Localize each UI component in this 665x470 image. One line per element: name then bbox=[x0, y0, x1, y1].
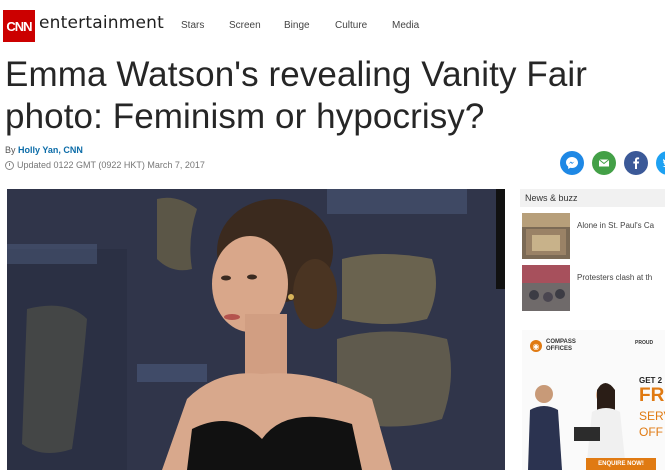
share-bar bbox=[560, 151, 665, 175]
nav-screen[interactable]: Screen bbox=[229, 20, 261, 31]
article-hero-photo[interactable] bbox=[7, 189, 505, 470]
clock-icon bbox=[5, 160, 14, 170]
rail-thumbnail bbox=[522, 213, 570, 259]
rail-item[interactable]: Protesters clash at th bbox=[520, 263, 665, 311]
nav-stars[interactable]: Stars bbox=[181, 20, 204, 31]
updated-timestamp: Updated 0122 GMT (0922 HKT) March 7, 201… bbox=[5, 160, 205, 170]
photo-illustration bbox=[7, 189, 505, 470]
ad-brand: ◉ COMPASS OFFICES bbox=[530, 339, 586, 353]
byline: By Holly Yan, CNN bbox=[5, 145, 83, 155]
rail-header: News & buzz bbox=[520, 189, 665, 207]
ad-get: GET 2 bbox=[639, 376, 663, 385]
updated-text: Updated 0122 GMT (0922 HKT) March 7, 201… bbox=[17, 160, 205, 170]
headline-line-1: Emma Watson's revealing Vanity Fair bbox=[5, 55, 588, 94]
ad-brand-text: COMPASS OFFICES bbox=[546, 339, 576, 352]
rail-thumbnail bbox=[522, 265, 570, 311]
email-icon[interactable] bbox=[592, 151, 616, 175]
nav-binge[interactable]: Binge bbox=[284, 20, 310, 31]
twitter-icon[interactable] bbox=[656, 151, 665, 175]
site-header: CNN entertainment Stars Screen Binge Cul… bbox=[0, 0, 665, 46]
rail-title: News & buzz bbox=[525, 193, 578, 203]
cnn-logo[interactable]: CNN bbox=[3, 10, 35, 42]
section-name[interactable]: entertainment bbox=[39, 13, 164, 33]
advertisement[interactable]: ◉ COMPASS OFFICES PROUD GET 2 FR SERV OF… bbox=[522, 330, 665, 470]
enquire-now-button[interactable]: ENQUIRE NOW! bbox=[586, 458, 656, 470]
ad-off: OFF bbox=[639, 425, 663, 439]
ad-proud: PROUD bbox=[635, 340, 654, 346]
ad-serv: SERV bbox=[639, 409, 665, 423]
rail-item[interactable]: Alone in St. Paul's Ca bbox=[520, 211, 665, 259]
ad-free: FR bbox=[639, 385, 665, 406]
nav-culture[interactable]: Culture bbox=[335, 20, 367, 31]
article-headline: Emma Watson's revealing Vanity Fair phot… bbox=[5, 54, 665, 138]
byline-prefix: By bbox=[5, 145, 16, 155]
author-link[interactable]: Holly Yan, CNN bbox=[18, 145, 83, 155]
compass-icon: ◉ bbox=[530, 340, 542, 352]
messenger-icon[interactable] bbox=[560, 151, 584, 175]
nav-media[interactable]: Media bbox=[392, 20, 419, 31]
facebook-icon[interactable] bbox=[624, 151, 648, 175]
photo-credit-strip bbox=[496, 189, 505, 289]
ad-illustration bbox=[528, 383, 626, 470]
rail-item-text: Protesters clash at th bbox=[577, 273, 653, 282]
headline-line-2: photo: Feminism or hypocrisy? bbox=[5, 97, 485, 136]
rail-item-text: Alone in St. Paul's Ca bbox=[577, 221, 655, 230]
